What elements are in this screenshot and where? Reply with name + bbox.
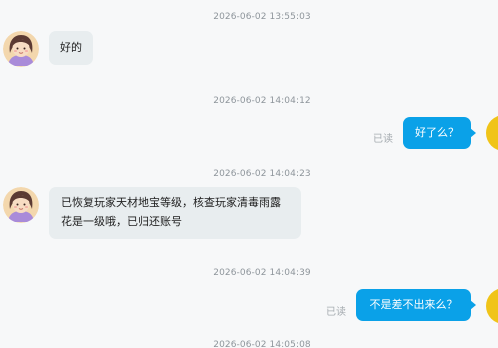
- girl-avatar-icon[interactable]: [3, 31, 39, 67]
- message-timestamp: 2026-06-02 14:04:39: [213, 268, 311, 278]
- agent-avatar-icon[interactable]: [486, 115, 498, 151]
- incoming-message-bubble[interactable]: 已恢复玩家天材地宝等级，核查玩家清毒雨露花是一级哦，已归还账号: [49, 187, 301, 239]
- read-status: 已读: [326, 307, 346, 318]
- agent-avatar-icon[interactable]: [486, 288, 498, 324]
- outgoing-message-bubble[interactable]: 好了么？: [403, 117, 476, 149]
- message-timestamp: 2026-06-02 13:55:03: [213, 12, 311, 22]
- incoming-message-bubble[interactable]: 好的: [49, 31, 93, 65]
- outgoing-message-bubble[interactable]: 不是差不出来么？: [356, 289, 476, 321]
- chat-history[interactable]: 2026-06-02 13:55:03 好的 2026-06-02 14:04:…: [0, 0, 498, 348]
- girl-avatar-icon[interactable]: [3, 187, 39, 223]
- message-timestamp: 2026-06-02 14:05:08: [213, 340, 311, 348]
- message-timestamp: 2026-06-02 14:04:12: [213, 96, 311, 106]
- read-status: 已读: [373, 134, 393, 145]
- message-timestamp: 2026-06-02 14:04:23: [213, 169, 311, 179]
